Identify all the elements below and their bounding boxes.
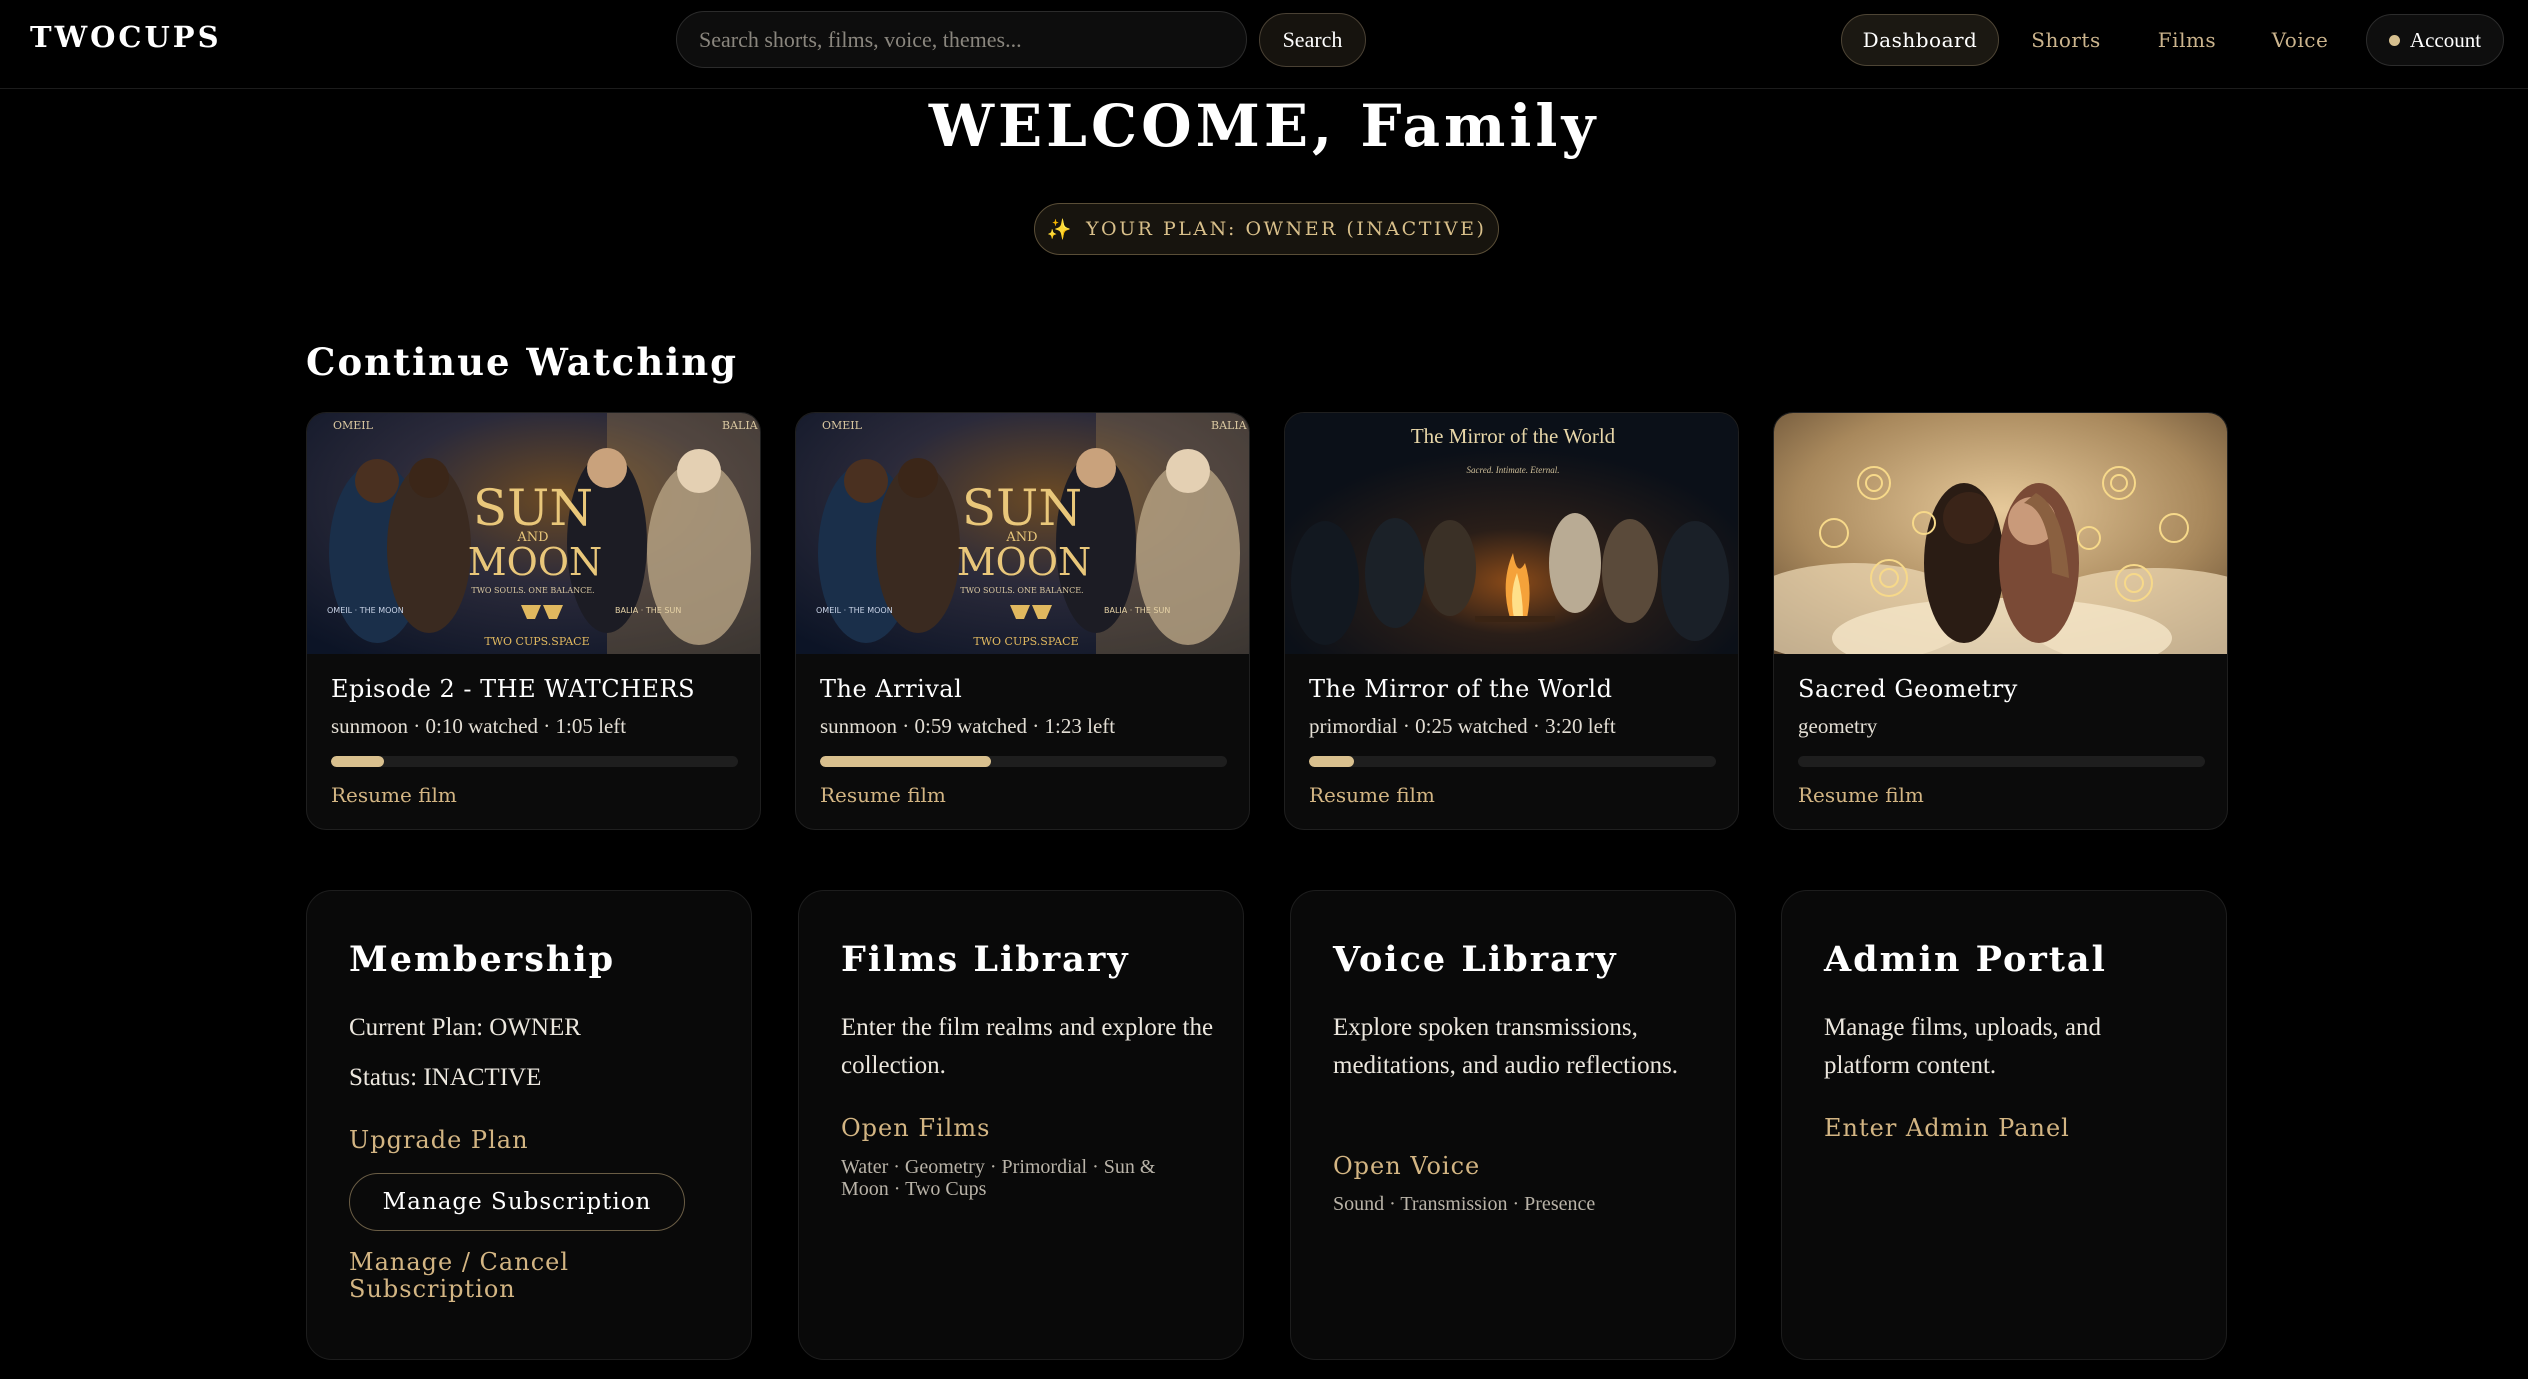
films-tags: Water · Geometry · Primordial · Sun & Mo… [841, 1156, 1156, 1200]
manage-cancel-subscription-link[interactable]: Manage / Cancel Subscription [349, 1249, 629, 1303]
film-meta: geometry [1798, 714, 1878, 738]
watch-progress-bar [820, 756, 1227, 767]
membership-card: Membership Current Plan: OWNER Status: I… [306, 890, 752, 1360]
continue-watching-heading: Continue Watching [306, 340, 739, 384]
film-title: Sacred Geometry [1798, 675, 2018, 703]
poster-tagline: TWO SOULS. ONE BALANCE. [471, 586, 594, 595]
poster-name-left: OMEIL [333, 419, 374, 432]
status-text: Status: INACTIVE [349, 1064, 542, 1091]
plan-badge: ✨ YOUR PLAN: OWNER (INACTIVE) [1034, 203, 1499, 255]
search-input[interactable] [676, 11, 1247, 68]
poster-name-left: OMEIL [822, 419, 863, 432]
film-title: The Arrival [820, 675, 963, 703]
poster-legend-right: BALIA · THE SUN [615, 606, 681, 615]
admin-portal-card: Admin Portal Manage films, uploads, and … [1781, 890, 2227, 1360]
poster-subtitle: Sacred. Intimate. Eternal. [1467, 465, 1560, 475]
films-library-description: Enter the film realms and explore the co… [841, 1014, 1214, 1079]
voice-library-card: Voice Library Explore spoken transmissio… [1290, 890, 1736, 1360]
enter-admin-panel-link[interactable]: Enter Admin Panel [1824, 1114, 2070, 1142]
films-library-title: Films Library [841, 939, 1130, 980]
watch-progress-bar [1309, 756, 1716, 767]
poster-site: TWO CUPS.SPACE [484, 635, 589, 648]
nav-dashboard[interactable]: Dashboard [1841, 14, 1999, 66]
continue-card[interactable]: OMEIL BALIA SUN AND MOON TWO SOULS. ONE … [306, 412, 761, 830]
membership-title: Membership [349, 939, 616, 980]
open-films-link[interactable]: Open Films [841, 1114, 990, 1142]
resume-film-link[interactable]: Resume film [820, 783, 946, 807]
account-label: Account [2409, 27, 2482, 52]
film-title: The Mirror of the World [1309, 675, 1613, 703]
voice-tags: Sound · Transmission · Presence [1333, 1193, 1596, 1215]
poster-legend-left: OMEIL · THE MOON [327, 606, 404, 615]
nav-voice[interactable]: Voice [2256, 14, 2344, 66]
film-thumbnail[interactable]: The Mirror of the World Sacred. Intimate… [1285, 413, 1738, 654]
films-library-card: Films Library Enter the film realms and … [798, 890, 1244, 1360]
poster-title-bottom: MOON [468, 540, 602, 584]
sparkles-icon: ✨ [1046, 217, 1074, 241]
continue-card[interactable]: The Mirror of the World Sacred. Intimate… [1284, 412, 1739, 830]
plan-badge-label: YOUR PLAN: OWNER (INACTIVE) [1085, 218, 1487, 240]
resume-film-link[interactable]: Resume film [1798, 783, 1924, 807]
nav-shorts[interactable]: Shorts [2014, 14, 2118, 66]
welcome-heading: WELCOME, Family [928, 92, 1600, 160]
current-plan-text: Current Plan: OWNER [349, 1014, 581, 1041]
film-meta: sunmoon · 0:10 watched · 1:05 left [331, 714, 627, 738]
poster-title-top: SUN [962, 479, 1082, 537]
voice-library-description: Explore spoken transmissions, meditation… [1333, 1014, 1679, 1079]
manage-subscription-button[interactable]: Manage Subscription [349, 1173, 685, 1231]
upgrade-plan-link[interactable]: Upgrade Plan [349, 1126, 529, 1154]
poster-site: TWO CUPS.SPACE [973, 635, 1078, 648]
watch-progress-bar [1798, 756, 2205, 767]
film-thumbnail[interactable]: OMEIL BALIA SUN AND MOON TWO SOULS. ONE … [796, 413, 1249, 654]
voice-library-title: Voice Library [1333, 939, 1618, 980]
continue-card[interactable]: OMEIL BALIA SUN AND MOON TWO SOULS. ONE … [795, 412, 1250, 830]
watch-progress-bar [331, 756, 738, 767]
poster-legend-left: OMEIL · THE MOON [816, 606, 893, 615]
top-nav-bar: TWOCUPS Search Dashboard Shorts Films Vo… [0, 0, 2528, 89]
poster-tagline: TWO SOULS. ONE BALANCE. [960, 586, 1083, 595]
search-button[interactable]: Search [1259, 13, 1366, 67]
film-meta: primordial · 0:25 watched · 3:20 left [1309, 714, 1616, 738]
poster-name-right: BALIA [1211, 419, 1248, 432]
open-voice-link[interactable]: Open Voice [1333, 1152, 1480, 1180]
film-title: Episode 2 - THE WATCHERS [331, 675, 696, 703]
film-thumbnail[interactable]: OMEIL BALIA SUN AND MOON TWO SOULS. ONE … [307, 413, 760, 654]
poster-legend-right: BALIA · THE SUN [1104, 606, 1170, 615]
resume-film-link[interactable]: Resume film [1309, 783, 1435, 807]
continue-card[interactable]: Sacred Geometry geometry Resume film [1773, 412, 2228, 830]
poster-title-top: SUN [473, 479, 593, 537]
brand-logo[interactable]: TWOCUPS [30, 20, 222, 54]
poster-title: The Mirror of the World [1411, 424, 1616, 448]
status-dot-icon [2388, 34, 2400, 46]
poster-title-bottom: MOON [957, 540, 1091, 584]
nav-films[interactable]: Films [2140, 14, 2234, 66]
poster-name-right: BALIA [722, 419, 759, 432]
admin-portal-title: Admin Portal [1824, 939, 2107, 980]
admin-portal-description: Manage films, uploads, and platform cont… [1824, 1014, 2102, 1079]
account-button[interactable]: Account [2366, 14, 2504, 66]
film-meta: sunmoon · 0:59 watched · 1:23 left [820, 714, 1116, 738]
film-thumbnail[interactable] [1774, 413, 2227, 654]
resume-film-link[interactable]: Resume film [331, 783, 457, 807]
